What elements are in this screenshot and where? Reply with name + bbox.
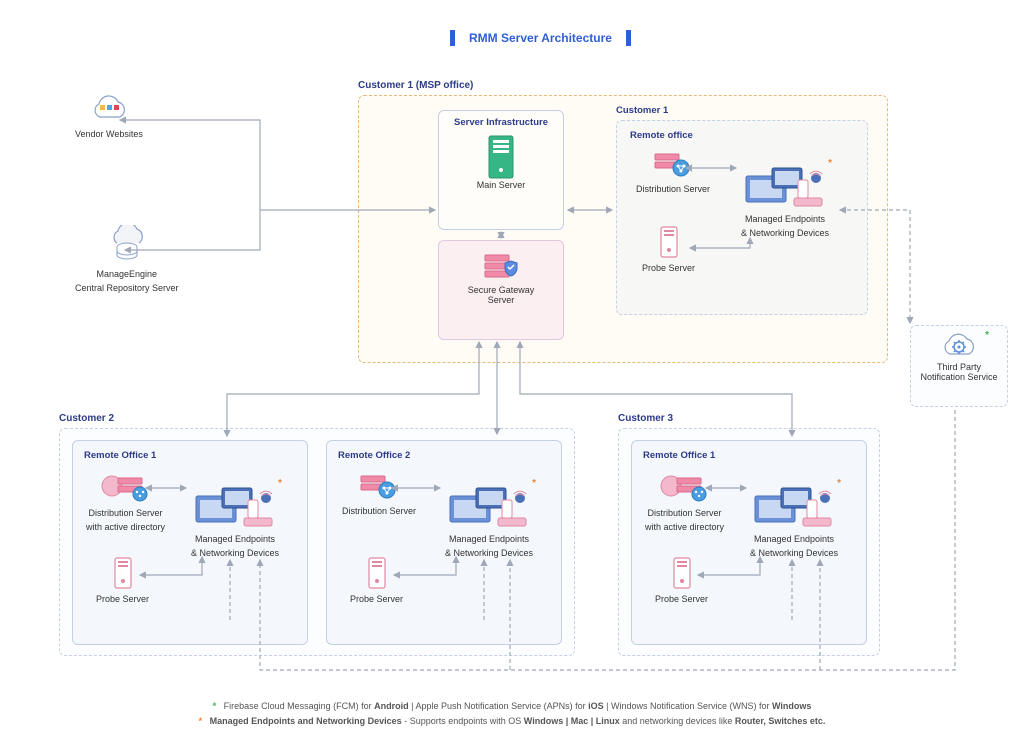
c2-ro2-probe-node: Probe Server (350, 556, 403, 604)
distribution-ad-server-icon (100, 472, 152, 504)
c2-ro1-dist-node: Distribution Server with active director… (86, 472, 165, 532)
fcm-text: Firebase Cloud Messaging (FCM) for (224, 701, 375, 711)
c3-ro1-dist-label-2: with active directory (645, 522, 724, 532)
c2-ro1-label: Remote Office 1 (84, 450, 156, 461)
c2-ro2-label: Remote Office 2 (338, 450, 410, 461)
c2-ro1-probe-node: Probe Server (96, 556, 149, 604)
c3-ro1-dist-node: Distribution Server with active director… (645, 472, 724, 532)
title-bar-left (450, 30, 455, 46)
c1-dist-server-label: Distribution Server (636, 184, 710, 194)
c2-ro1-endpoints-node: * Managed Endpoints & Networking Devices (190, 480, 280, 558)
c3-ro1-label: Remote Office 1 (643, 450, 715, 461)
customer1-header: Customer 1 (616, 105, 668, 116)
c2-ro2-endpoints-label-1: Managed Endpoints (449, 534, 529, 544)
l2-suffix1: and networking devices like (622, 716, 735, 726)
crs-label-2: Central Repository Server (75, 283, 179, 293)
title-text: RMM Server Architecture (461, 31, 620, 45)
probe-server-icon (672, 556, 692, 590)
wns-text: Windows Notification Service (WNS) for (611, 701, 772, 711)
windows-bold: Windows (772, 701, 811, 711)
secure-gw-label-1: Secure Gateway (468, 285, 535, 295)
secure-gateway-server-icon (481, 249, 521, 285)
cloud-database-icon (105, 225, 149, 265)
title-bar-right (626, 30, 631, 46)
msp-header: Customer 1 (MSP office) (358, 80, 473, 91)
cloud-gear-icon (939, 332, 979, 362)
secure-gw-label-2: Server (488, 295, 515, 305)
c2-ro1-dist-label-1: Distribution Server (89, 508, 163, 518)
probe-server-icon (659, 225, 679, 259)
c1-endpoints-node: * Managed Endpoints & Networking Devices (740, 160, 830, 238)
footer-line-1: * Firebase Cloud Messaging (FCM) for And… (0, 699, 1024, 713)
apns-text: Apple Push Notification Service (APNs) f… (416, 701, 589, 711)
c3-ro1-probe-node: Probe Server (655, 556, 708, 604)
c1-probe-server-label: Probe Server (642, 263, 695, 273)
c1-dist-server-node: Distribution Server (636, 150, 710, 194)
c2-ro2-probe-label: Probe Server (350, 594, 403, 604)
c2-ro2-dist-label: Distribution Server (342, 506, 416, 516)
customer1-remote-office-label: Remote office (630, 130, 693, 141)
c1-endpoints-label-2: & Networking Devices (741, 228, 829, 238)
asterisk-green-icon: * (213, 701, 217, 711)
c2-ro1-endpoints-label-2: & Networking Devices (191, 548, 279, 558)
crs-label-1: ManageEngine (96, 269, 157, 279)
c2-ro1-dist-label-2: with active directory (86, 522, 165, 532)
customer2-header: Customer 2 (59, 413, 114, 424)
footer-legend: * Firebase Cloud Messaging (FCM) for And… (0, 699, 1024, 728)
third-party-label-1: Third Party (937, 362, 981, 372)
vendor-websites-label: Vendor Websites (75, 129, 143, 139)
main-server-icon (487, 134, 515, 180)
server-infra-box: Server Infrastructure Main Server (438, 110, 564, 230)
customer3-header: Customer 3 (618, 413, 673, 424)
c3-ro1-probe-label: Probe Server (655, 594, 708, 604)
managed-endpoints-icon (749, 480, 839, 530)
cloud-icon (88, 95, 130, 125)
footer-line-2: * Managed Endpoints and Networking Devic… (0, 714, 1024, 728)
l2-prefix-bold: Managed Endpoints and Networking Devices (210, 716, 402, 726)
c3-ro1-endpoints-label-1: Managed Endpoints (754, 534, 834, 544)
l2-os-bold: Windows | Mac | Linux (524, 716, 620, 726)
c2-ro2-endpoints-node: * Managed Endpoints & Networking Devices (444, 480, 534, 558)
android-bold: Android (374, 701, 409, 711)
third-party-label-2: Notification Service (920, 372, 997, 382)
server-infra-label: Server Infrastructure (454, 117, 548, 128)
distribution-server-icon (359, 472, 399, 502)
managed-endpoints-icon (740, 160, 830, 210)
ios-bold: iOS (588, 701, 604, 711)
asterisk-orange-icon: * (199, 716, 203, 726)
crs-node: ManageEngine Central Repository Server (75, 225, 179, 293)
c1-probe-server-node: Probe Server (642, 225, 695, 273)
c3-ro1-dist-label-1: Distribution Server (648, 508, 722, 518)
c3-ro1-endpoints-label-2: & Networking Devices (750, 548, 838, 558)
third-party-box: * Third Party Notification Service (910, 325, 1008, 407)
c2-ro1-probe-label: Probe Server (96, 594, 149, 604)
c2-ro1-endpoints-label-1: Managed Endpoints (195, 534, 275, 544)
vendor-websites-node: Vendor Websites (75, 95, 143, 139)
distribution-server-icon (653, 150, 693, 180)
c3-ro1-endpoints-node: * Managed Endpoints & Networking Devices (749, 480, 839, 558)
c1-endpoints-label-1: Managed Endpoints (745, 214, 825, 224)
c2-ro2-endpoints-label-2: & Networking Devices (445, 548, 533, 558)
managed-endpoints-icon (190, 480, 280, 530)
c2-ro2-dist-node: Distribution Server (342, 472, 416, 516)
distribution-ad-server-icon (659, 472, 711, 504)
l2-mid: - Supports endpoints with OS (404, 716, 524, 726)
main-server-label: Main Server (477, 180, 526, 190)
l2-suffix2-bold: Router, Switches etc. (735, 716, 826, 726)
probe-server-icon (113, 556, 133, 590)
probe-server-icon (367, 556, 387, 590)
managed-endpoints-icon (444, 480, 534, 530)
secure-gateway-box: Secure Gateway Server (438, 240, 564, 340)
diagram-title: RMM Server Architecture (444, 30, 637, 46)
